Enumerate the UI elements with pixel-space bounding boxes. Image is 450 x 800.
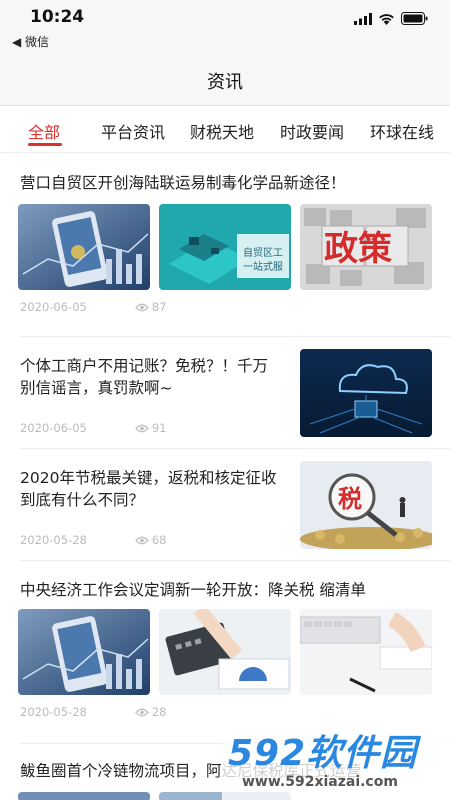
active-tab-indicator [28, 143, 62, 146]
watermark-logo: 592软件园 [228, 733, 418, 774]
article-thumbnail [18, 609, 150, 695]
view-count: 28 [151, 705, 167, 719]
article-thumbnail [300, 609, 432, 695]
article-meta: 2020-06-05 87 [20, 300, 166, 314]
article-meta: 2020-05-28 68 [20, 533, 166, 547]
article-date: 2020-06-05 [20, 421, 87, 435]
article-item[interactable]: 中央经济工作会议定调新一轮开放：降关税 缩清单 2020-05-28 28 [0, 561, 450, 744]
page-title: 资讯 [207, 72, 243, 93]
watermark-url: www.592xiazai.com [242, 774, 398, 790]
thumb-text: 税 [338, 485, 362, 513]
view-count: 68 [151, 533, 167, 547]
article-thumbnail [159, 609, 291, 695]
status-time: 10:24 [30, 7, 85, 27]
category-tabs: 全部 平台资讯 财税天地 时政要闻 环球在线 [0, 107, 450, 153]
article-title: 中央经济工作会议定调新一轮开放：降关税 缩清单 [20, 581, 366, 599]
tab-politics[interactable]: 时政要闻 [280, 119, 344, 143]
thumb-text: 自贸区工 [243, 246, 283, 259]
article-thumbnail: 税 [300, 461, 432, 549]
article-date: 2020-05-28 [20, 705, 87, 719]
article-thumbnail [18, 792, 150, 800]
article-date: 2020-06-05 [20, 300, 87, 314]
eye-icon [135, 708, 149, 716]
view-count: 87 [151, 300, 167, 314]
article-item[interactable]: 2020年节税最关键，返税和核定征收到底有什么不同？ 税 2020-05-28 … [0, 449, 450, 561]
article-item[interactable]: 营口自贸区开创海陆联运易制毒化学品新途径！ 自贸区工 一站式服 政策 2020-… [0, 154, 450, 337]
tab-platform-news[interactable]: 平台资讯 [101, 119, 165, 143]
back-to-wechat-link[interactable]: ◀ 微信 [12, 33, 49, 50]
tab-finance-tax[interactable]: 财税天地 [190, 119, 254, 143]
status-bar: 10:24 ◀ 微信 [0, 0, 450, 58]
article-date: 2020-05-28 [20, 533, 87, 547]
status-icons [354, 12, 428, 25]
article-item[interactable]: 个体工商户不用记账？免税？！千万别信谣言，真罚款啊~ 2020-06-05 91 [0, 337, 450, 449]
article-thumbnail: 政策 [300, 204, 432, 290]
article-meta: 2020-06-05 91 [20, 421, 166, 435]
thumb-text: 政策 [324, 229, 392, 269]
article-thumbnail [300, 349, 432, 437]
article-thumbnail: 自贸区工 一站式服 [159, 204, 291, 290]
battery-icon [401, 12, 428, 25]
tab-all[interactable]: 全部 [28, 119, 60, 143]
view-count: 91 [151, 421, 167, 435]
watermark: 592软件园 www.592xiazai.com [222, 718, 450, 800]
wifi-icon [379, 13, 394, 25]
navigation-bar: 资讯 [0, 58, 450, 106]
news-feed[interactable]: 营口自贸区开创海陆联运易制毒化学品新途径！ 自贸区工 一站式服 政策 2020-… [0, 154, 450, 800]
signal-icon [354, 12, 372, 25]
article-meta: 2020-05-28 28 [20, 705, 166, 719]
eye-icon [135, 303, 149, 311]
article-title: 2020年节税最关键，返税和核定征收到底有什么不同？ [20, 469, 277, 509]
tab-global[interactable]: 环球在线 [370, 119, 434, 143]
article-title: 个体工商户不用记账？免税？！千万别信谣言，真罚款啊~ [20, 357, 269, 397]
article-title: 营口自贸区开创海陆联运易制毒化学品新途径！ [20, 174, 346, 192]
eye-icon [135, 424, 149, 432]
article-thumbnail [18, 204, 150, 290]
thumb-text: 一站式服 [243, 260, 283, 273]
eye-icon [135, 536, 149, 544]
